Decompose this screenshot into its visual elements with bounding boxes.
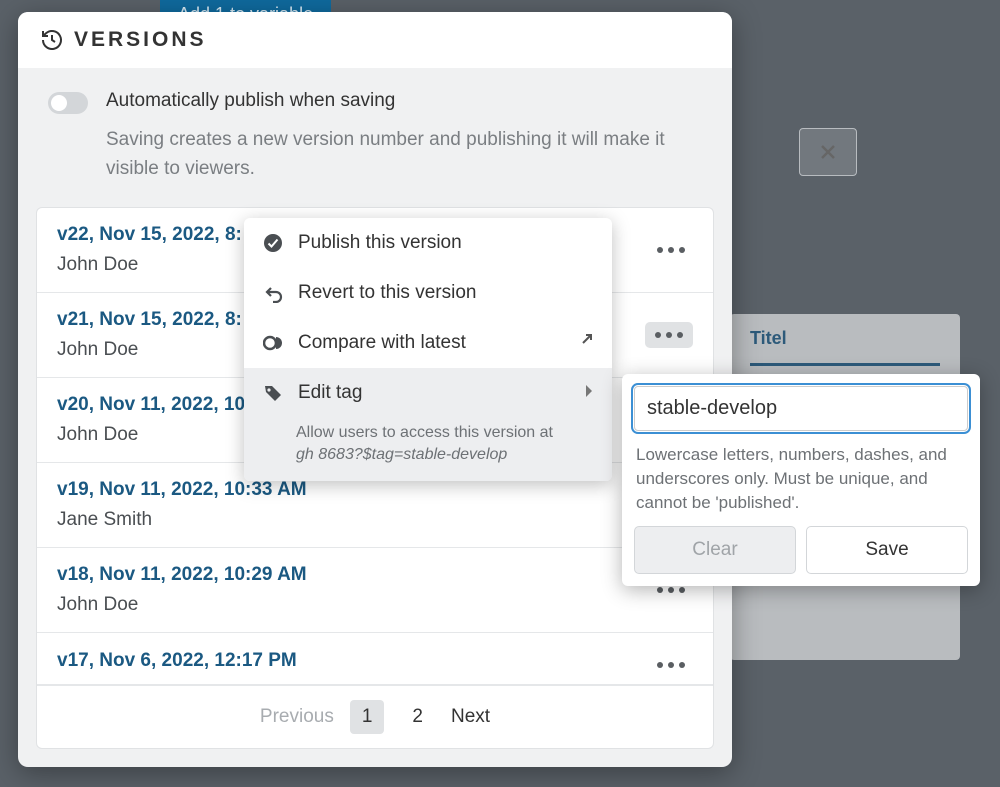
clear-button[interactable]: Clear	[634, 526, 796, 574]
version-author: John Doe	[57, 254, 242, 276]
modal-header: VERSIONS	[18, 12, 732, 68]
menu-publish-version[interactable]: Publish this version	[244, 218, 612, 268]
external-link-icon	[578, 332, 594, 354]
more-actions-button[interactable]	[645, 322, 693, 348]
version-title: v20, Nov 11, 2022, 10	[57, 394, 245, 416]
menu-compare-latest[interactable]: Compare with latest	[244, 318, 612, 368]
version-title: v22, Nov 15, 2022, 8:	[57, 224, 242, 246]
history-icon	[40, 28, 64, 52]
version-row[interactable]: v18, Nov 11, 2022, 10:29 AM John Doe	[37, 548, 713, 633]
version-author: John Doe	[57, 339, 242, 361]
auto-publish-section: Automatically publish when saving Saving…	[18, 68, 732, 207]
chevron-right-icon	[584, 382, 594, 404]
menu-revert-version[interactable]: Revert to this version	[244, 268, 612, 318]
versions-list: v22, Nov 15, 2022, 8: John Doe v21, Nov …	[36, 207, 714, 749]
menu-label: Compare with latest	[298, 332, 466, 354]
version-author: John Doe	[57, 424, 245, 446]
version-context-menu: Publish this version Revert to this vers…	[244, 218, 612, 481]
version-title: v19, Nov 11, 2022, 10:33 AM	[57, 479, 307, 501]
more-actions-button[interactable]	[649, 239, 693, 261]
menu-label: Publish this version	[298, 232, 462, 254]
menu-label: Revert to this version	[298, 282, 476, 304]
pagination-previous[interactable]: Previous	[260, 706, 334, 728]
version-row[interactable]: v17, Nov 6, 2022, 12:17 PM	[37, 633, 713, 685]
close-button[interactable]	[799, 128, 857, 176]
toggle-knob	[51, 95, 67, 111]
pagination: Previous 1 2 Next	[37, 685, 713, 748]
auto-publish-toggle[interactable]	[48, 92, 88, 114]
pagination-page-1[interactable]: 1	[350, 700, 385, 734]
auto-publish-label: Automatically publish when saving	[106, 90, 395, 112]
publish-icon	[262, 233, 284, 253]
version-title: v17, Nov 6, 2022, 12:17 PM	[57, 650, 297, 672]
close-icon	[820, 144, 836, 160]
edit-tag-popup: Lowercase letters, numbers, dashes, and …	[622, 374, 980, 586]
edit-tag-description: Allow users to access this version at gh…	[262, 422, 594, 467]
menu-label: Edit tag	[298, 382, 362, 404]
pagination-page-2[interactable]: 2	[400, 700, 435, 734]
menu-edit-tag[interactable]: Edit tag Allow users to access this vers…	[244, 368, 612, 481]
compare-icon	[262, 333, 284, 353]
modal-title: VERSIONS	[74, 28, 207, 52]
version-title: v21, Nov 15, 2022, 8:	[57, 309, 242, 331]
tag-name-input[interactable]	[634, 386, 968, 431]
revert-icon	[262, 283, 284, 303]
version-title: v18, Nov 11, 2022, 10:29 AM	[57, 564, 307, 586]
version-author: John Doe	[57, 594, 307, 616]
table-header-titel: Titel	[750, 328, 940, 366]
save-button[interactable]: Save	[806, 526, 968, 574]
version-author: Jane Smith	[57, 509, 307, 531]
auto-publish-description: Saving creates a new version number and …	[106, 126, 702, 183]
tag-help-text: Lowercase letters, numbers, dashes, and …	[636, 443, 966, 514]
pagination-next[interactable]: Next	[451, 706, 490, 728]
more-actions-button[interactable]	[649, 654, 693, 676]
tag-icon	[262, 383, 284, 403]
